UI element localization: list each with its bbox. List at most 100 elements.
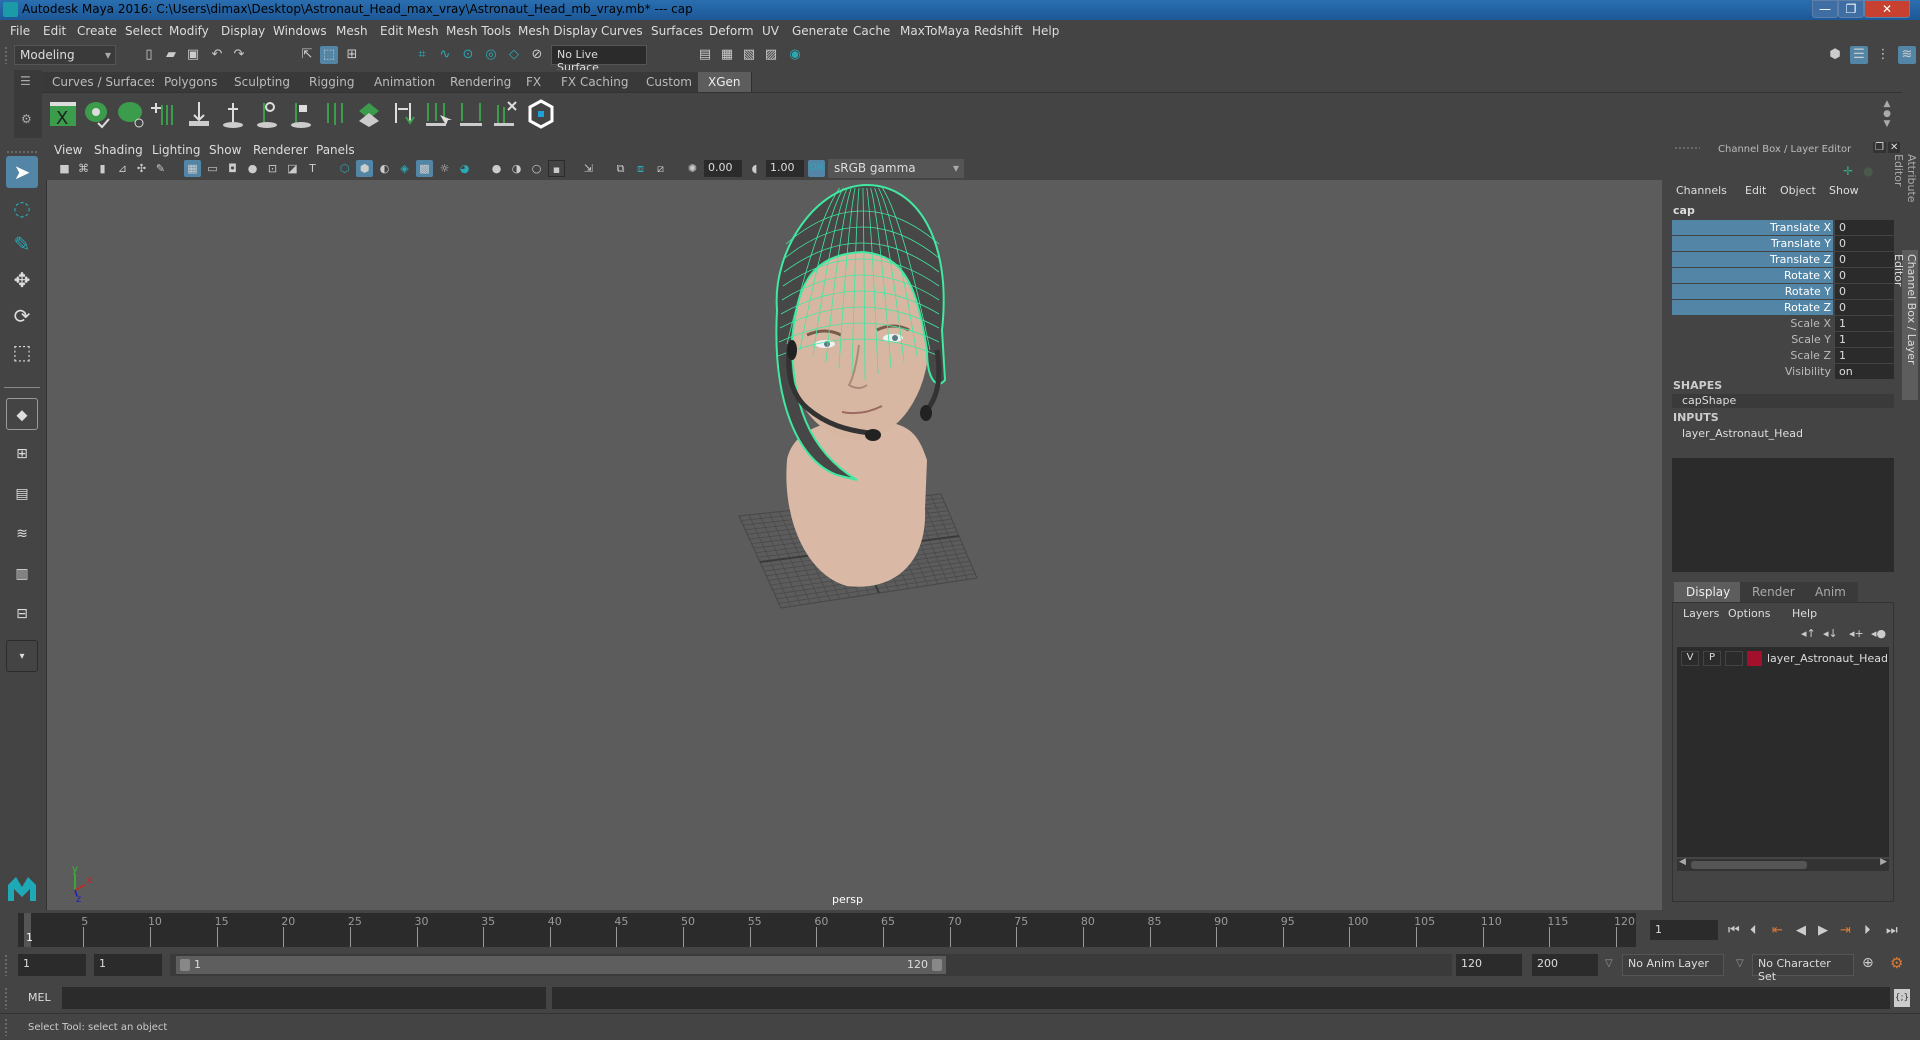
channel-value[interactable]: on	[1835, 364, 1894, 379]
depth-of-field-icon[interactable]: ○	[528, 160, 545, 177]
play-backward-icon[interactable]: ◀	[1796, 923, 1806, 938]
range-slider-track[interactable]: 1 120	[176, 956, 946, 974]
channel-value[interactable]: 0	[1835, 300, 1894, 315]
channel-label[interactable]: Visibility	[1672, 364, 1833, 379]
channel-value[interactable]: 1	[1835, 316, 1894, 331]
guides-to-curves-icon[interactable]	[354, 99, 384, 129]
hypershade-persp-layout-icon[interactable]: ▥	[6, 558, 38, 590]
range-start-handle[interactable]	[180, 959, 190, 971]
menu-mesh-display[interactable]: Mesh Display	[518, 24, 598, 38]
mode-dropdown[interactable]: Modeling ▾	[14, 45, 116, 65]
menu-help[interactable]: Help	[1032, 24, 1059, 38]
current-frame-field[interactable]: 1	[1650, 920, 1718, 940]
go-to-start-icon[interactable]: ⏮	[1728, 923, 1740, 938]
menu-redshift[interactable]: Redshift	[974, 24, 1023, 38]
new-layer-icon[interactable]: ◂+	[1849, 627, 1864, 640]
smooth-shade-icon[interactable]: ⬢	[356, 160, 373, 177]
layer-display-type-toggle[interactable]	[1725, 651, 1743, 666]
auto-key-icon[interactable]: ⊕	[1862, 955, 1874, 971]
layer-tab-anim[interactable]: Anim	[1803, 582, 1858, 602]
menu-uv[interactable]: UV	[762, 24, 779, 38]
persp-graph-hypergraph-layout-icon[interactable]: ⊟	[6, 598, 38, 630]
channel-label[interactable]: Translate Z	[1672, 252, 1833, 267]
xgen-editor-icon[interactable]: X	[48, 99, 78, 129]
mirror-guides-icon[interactable]	[388, 99, 418, 129]
channel-value[interactable]: 1	[1835, 332, 1894, 347]
ipr-render-icon[interactable]: ▧	[740, 46, 758, 64]
channel-label[interactable]: Translate X	[1672, 220, 1833, 235]
menu-mesh[interactable]: Mesh	[336, 24, 368, 38]
modeling-toolkit-icon[interactable]: ⬢	[1826, 46, 1844, 64]
animation-preferences-icon[interactable]: ⚙	[1890, 954, 1903, 972]
menu-generate[interactable]: Generate	[792, 24, 848, 38]
shelf-tab-fx[interactable]: FX	[516, 72, 553, 92]
viewport-menu-panels[interactable]: Panels	[316, 143, 355, 157]
channel-value[interactable]: 0	[1835, 268, 1894, 283]
step-back-frame-icon[interactable]: ⏴	[1750, 923, 1757, 938]
render-view-icon[interactable]: ▨	[762, 46, 780, 64]
bookmarks-icon[interactable]: ▮	[94, 160, 111, 177]
wireframe-on-shaded-icon[interactable]: ◐	[376, 160, 393, 177]
backface-cull-icon[interactable]: ⧄	[652, 160, 669, 177]
play-forward-icon[interactable]: ▶	[1818, 923, 1828, 938]
viewport-menu-lighting[interactable]: Lighting	[152, 143, 201, 157]
xgen-preview-icon[interactable]	[526, 99, 556, 129]
save-scene-icon[interactable]: ▣	[184, 46, 202, 64]
lasso-tool-icon[interactable]: ◌	[6, 192, 38, 224]
scroll-right-icon[interactable]: ▶	[1880, 857, 1887, 867]
input-item[interactable]: layer_Astronaut_Head	[1682, 427, 1803, 440]
close-button[interactable]: ✕	[1864, 0, 1910, 18]
select-component-icon[interactable]: ⊞	[343, 46, 361, 64]
layer-hscrollbar[interactable]: ◀ ▶	[1677, 857, 1889, 871]
character-set-dropdown[interactable]: No Character Set	[1752, 954, 1854, 983]
layer-visibility-toggle[interactable]: V	[1681, 651, 1699, 666]
multisample-aa-icon[interactable]: ◑	[508, 160, 525, 177]
menu-object[interactable]: Object	[1780, 184, 1816, 197]
four-view-layout-icon[interactable]: ⊞	[6, 438, 38, 470]
motion-blur-icon[interactable]: ●	[488, 160, 505, 177]
normalize-guides-icon[interactable]	[320, 99, 350, 129]
use-all-lights-icon[interactable]: ▩	[416, 160, 433, 177]
channel-box-toggle-icon[interactable]: ≋	[1898, 46, 1916, 64]
viewport-menu-renderer[interactable]: Renderer	[253, 143, 308, 157]
xray-icon[interactable]: ⇲	[580, 160, 597, 177]
open-scene-icon[interactable]: ▰	[162, 46, 180, 64]
render-frame-icon[interactable]: ▦	[718, 46, 736, 64]
grid-icon[interactable]: ▦	[184, 160, 201, 177]
channel-row[interactable]: Rotate Z0	[1672, 300, 1894, 315]
range-end-handle[interactable]	[932, 959, 942, 971]
menu-options[interactable]: Options	[1728, 607, 1770, 620]
gear-icon[interactable]: ⚙	[21, 112, 32, 126]
gamma-icon[interactable]: ◖	[746, 160, 763, 177]
menu-edit[interactable]: Edit	[1745, 184, 1766, 197]
shelf-tab-xgen[interactable]: XGen	[698, 72, 752, 92]
hide-descriptions-icon[interactable]	[116, 99, 146, 129]
tab-attribute-editor[interactable]: Attribute Editor	[1892, 150, 1918, 240]
menu-edit-mesh[interactable]: Edit Mesh	[380, 24, 439, 38]
move-tool-icon[interactable]: ✥	[6, 264, 38, 296]
shape-item[interactable]: capShape	[1672, 394, 1894, 408]
step-forward-frame-icon[interactable]: ⏵	[1864, 923, 1871, 938]
shelf-tab-custom[interactable]: Custom	[636, 72, 703, 92]
film-gate-icon[interactable]: ▭	[204, 160, 221, 177]
menu-edit[interactable]: Edit	[43, 24, 66, 38]
textured-icon[interactable]: ◈	[396, 160, 413, 177]
camera-attributes-icon[interactable]: ⌘	[75, 160, 92, 177]
menu-modify[interactable]: Modify	[169, 24, 209, 38]
menu-help[interactable]: Help	[1792, 607, 1817, 620]
menu-display[interactable]: Display	[221, 24, 265, 38]
move-layer-up-icon[interactable]: ◂↑	[1801, 627, 1816, 640]
undo-icon[interactable]: ↶	[208, 46, 226, 64]
render-settings-icon[interactable]: ▤	[696, 46, 714, 64]
speed-icon[interactable]: ●	[1863, 164, 1873, 178]
redo-icon[interactable]: ↷	[230, 46, 248, 64]
paint-select-tool-icon[interactable]: ✎	[6, 228, 38, 260]
channel-value[interactable]: 0	[1835, 252, 1894, 267]
menu-cache[interactable]: Cache	[853, 24, 890, 38]
hypershade-icon[interactable]: ◉	[786, 46, 804, 64]
layer-tab-render[interactable]: Render	[1740, 582, 1807, 602]
single-perspective-layout-icon[interactable]: ⬥	[6, 398, 38, 430]
menu-file[interactable]: File	[10, 24, 30, 38]
layout-menu-icon[interactable]: ▾	[6, 640, 38, 672]
select-object-icon[interactable]: ⬚	[320, 46, 338, 64]
